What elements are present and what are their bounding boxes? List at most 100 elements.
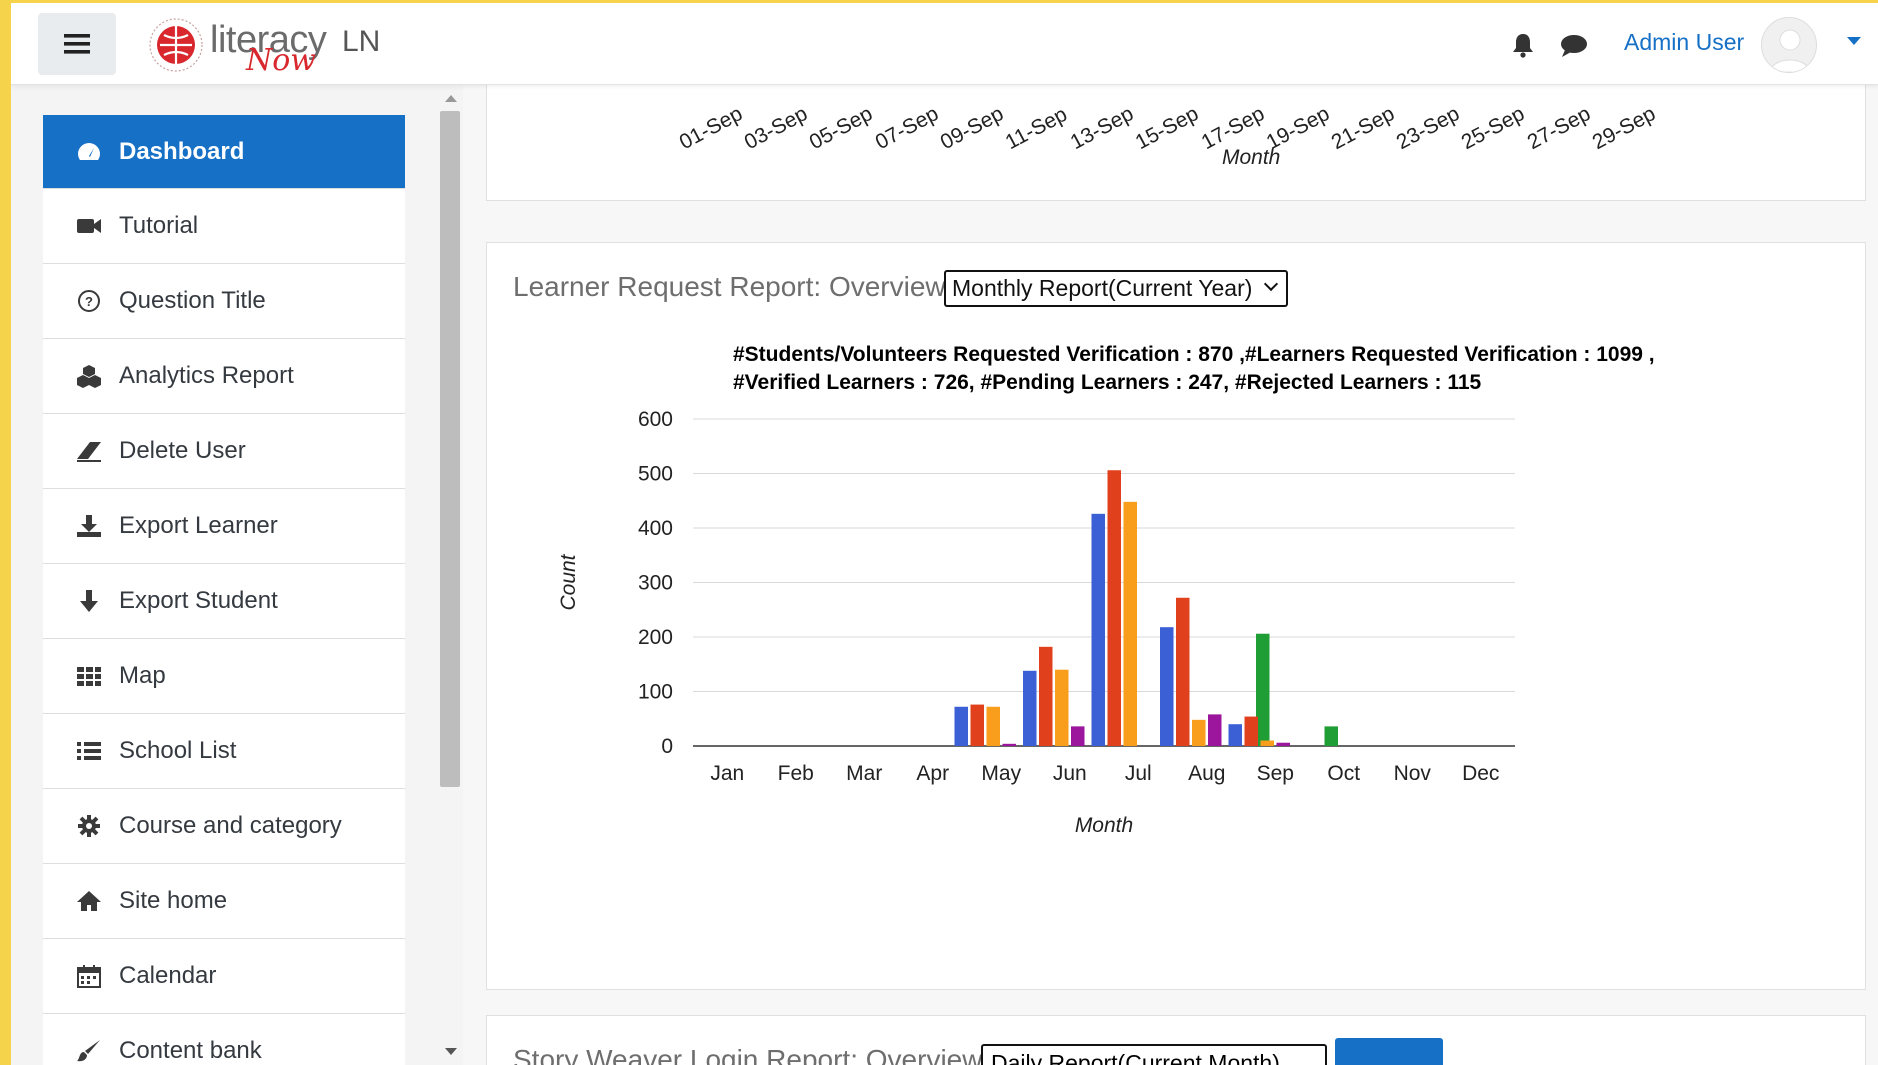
sidebar-item-label: Calendar (119, 962, 217, 989)
chart-bar (1039, 646, 1053, 746)
chart-bar (1160, 627, 1174, 746)
scroll-down-arrow-icon[interactable] (445, 1048, 457, 1055)
chart-bar (1192, 719, 1206, 746)
chart-bar (1002, 743, 1016, 746)
scrollbar-thumb[interactable] (440, 111, 460, 787)
user-menu-caret-icon[interactable] (1847, 37, 1861, 45)
story-weaver-period-select[interactable]: Daily Report(Current Month) (981, 1044, 1327, 1065)
logo-suffix: LN (342, 25, 381, 58)
daily-chart-x-tick: 03-Sep (740, 102, 812, 155)
sidebar-item-label: School List (119, 737, 237, 764)
sidebar-scrollbar[interactable] (437, 85, 463, 1065)
hamburger-icon (64, 34, 90, 54)
sidebar-item-label: Map (119, 662, 166, 689)
learner-request-report-card: Learner Request Report: Overview Monthly… (486, 242, 1866, 990)
story-weaver-submit-button[interactable] (1335, 1038, 1443, 1065)
sidebar-item-delete-user[interactable]: Delete User (43, 414, 405, 489)
avatar-silhouette-icon (1769, 29, 1811, 72)
sidebar-item-map[interactable]: Map (43, 639, 405, 714)
cog-icon (78, 815, 100, 837)
x-tick-label: Jul (1125, 762, 1152, 785)
x-tick-label: Jan (710, 762, 744, 785)
y-tick-label: 200 (638, 626, 673, 649)
sidebar-item-export-learner[interactable]: Export Learner (43, 489, 405, 564)
daily-chart-x-tick: 21-Sep (1327, 102, 1399, 155)
chart-bar (1260, 740, 1274, 746)
x-tick-label: Jun (1053, 762, 1087, 785)
y-tick-label: 100 (638, 681, 673, 704)
globe-logo-icon (149, 18, 203, 72)
daily-chart-x-tick: 15-Sep (1132, 102, 1203, 155)
sidebar-item-question-title[interactable]: ? Question Title (43, 264, 405, 339)
sidebar-item-label: Content bank (119, 1037, 262, 1064)
story-weaver-report-title: Story Weaver Login Report: Overview (513, 1044, 983, 1065)
daily-chart-card: 01-Sep 03-Sep 05-Sep 07-Sep 09-Sep 11-Sep 13-S… (486, 80, 1866, 201)
user-avatar[interactable] (1761, 17, 1817, 73)
sidebar-item-label: Analytics Report (119, 362, 294, 389)
sidebar-item-course-and-category[interactable]: Course and category (43, 789, 405, 864)
eraser-icon (77, 442, 101, 462)
daily-chart-x-label: Month (1222, 146, 1281, 169)
x-tick-label: Dec (1462, 762, 1499, 785)
calendar-icon (77, 965, 101, 988)
sidebar-item-label: Dashboard (119, 137, 245, 165)
chart-bar (954, 706, 968, 746)
chart-bar (1176, 597, 1190, 746)
x-tick-label: May (981, 762, 1021, 785)
chart-bar (1107, 470, 1121, 746)
chart-bar (1276, 742, 1290, 746)
sidebar-item-dashboard[interactable]: Dashboard (43, 115, 405, 189)
chart-bar (1123, 501, 1137, 746)
sidebar-item-label: Export Student (119, 587, 278, 614)
y-axis-label: Count (557, 553, 580, 610)
x-tick-label: Oct (1327, 762, 1360, 785)
sidebar-item-label: Question Title (119, 287, 266, 314)
sidebar-item-content-bank[interactable]: Content bank (43, 1014, 405, 1065)
user-name-link[interactable]: Admin User (1624, 29, 1744, 56)
chart-bar (970, 704, 984, 746)
x-tick-label: Aug (1188, 762, 1225, 785)
y-tick-label: 600 (638, 408, 673, 431)
chart-bar (1324, 726, 1338, 746)
learner-request-bar-chart: 0 100 200 300 400 500 600 Count Month Jan Feb Mar Ap… (557, 408, 1515, 837)
chart-bar (1091, 513, 1105, 746)
x-tick-label: Sep (1257, 762, 1294, 785)
x-tick-label: Nov (1394, 762, 1432, 785)
brush-icon (77, 1040, 100, 1062)
chart-bar (1228, 724, 1242, 746)
daily-chart-x-tick: 01-Sep (675, 102, 747, 155)
sidebar-item-school-list[interactable]: School List (43, 714, 405, 789)
arrow-down-icon (80, 590, 98, 612)
sidebar-item-export-student[interactable]: Export Student (43, 564, 405, 639)
logo-script-text: Now (246, 43, 316, 78)
sidebar-item-tutorial[interactable]: Tutorial (43, 189, 405, 264)
cubes-icon (77, 365, 101, 388)
x-tick-label: Mar (846, 762, 882, 785)
notification-bell-icon[interactable] (1509, 31, 1537, 59)
x-tick-label: Apr (916, 762, 949, 785)
svg-text:?: ? (85, 294, 93, 309)
menu-toggle-button[interactable] (38, 13, 116, 75)
chart-bar (986, 706, 1000, 746)
sidebar-item-label: Site home (119, 887, 228, 914)
daily-chart-x-tick: 23-Sep (1392, 102, 1464, 155)
sidebar-item-site-home[interactable]: Site home (43, 864, 405, 939)
x-tick-label: Feb (778, 762, 814, 785)
story-weaver-login-report-card: Story Weaver Login Report: Overview Dail… (486, 1015, 1866, 1065)
daily-chart-x-tick: 13-Sep (1066, 102, 1138, 155)
daily-chart-x-tick: 05-Sep (806, 102, 877, 155)
daily-chart-x-tick: 07-Sep (871, 102, 942, 155)
sidebar-nav: Dashboard Tutorial ? Question Title Anal… (43, 115, 405, 1065)
scroll-up-arrow-icon[interactable] (445, 95, 457, 102)
site-logo[interactable]: literacy Now LN (146, 11, 386, 78)
daily-chart-x-tick: 27-Sep (1523, 102, 1594, 155)
dashboard-icon (78, 142, 100, 160)
chart-bar (1055, 669, 1069, 746)
messages-icon[interactable] (1559, 33, 1589, 59)
sidebar-item-analytics-report[interactable]: Analytics Report (43, 339, 405, 414)
y-tick-label: 500 (638, 463, 673, 486)
sidebar: Dashboard Tutorial ? Question Title Anal… (11, 85, 463, 1065)
list-icon (77, 742, 101, 760)
sidebar-item-calendar[interactable]: Calendar (43, 939, 405, 1014)
y-tick-label: 400 (638, 517, 673, 540)
